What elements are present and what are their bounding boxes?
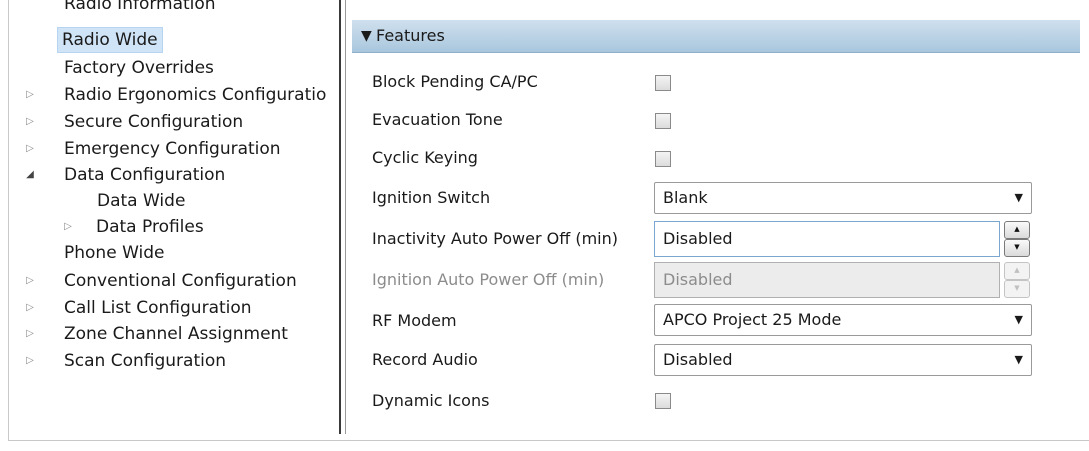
tree-item-label: Phone Wide	[64, 243, 165, 263]
tree-item-label: Radio Ergonomics Configuratio	[64, 85, 327, 105]
block-pending-label: Block Pending CA/PC	[372, 72, 538, 91]
cyclic-keying-checkbox[interactable]	[655, 151, 671, 167]
chevron-down-icon[interactable]: ▼	[1015, 305, 1023, 335]
inactivity-auto-power-off-input[interactable]: Disabled	[654, 221, 1000, 257]
ignition-auto-power-off-input: Disabled	[654, 262, 1000, 298]
rf-modem-value: APCO Project 25 Mode	[663, 310, 842, 329]
expand-arrow-icon[interactable]: ▷	[24, 136, 36, 162]
evacuation-tone-checkbox[interactable]	[655, 113, 671, 129]
tree-item-label: Call List Configuration	[64, 298, 252, 318]
cyclic-keying-label: Cyclic Keying	[372, 148, 478, 167]
rf-modem-dropdown[interactable]: APCO Project 25 Mode ▼	[654, 304, 1032, 336]
tree-item-label: Emergency Configuration	[64, 139, 281, 159]
features-title: Features	[376, 26, 445, 45]
record-audio-value: Disabled	[663, 350, 733, 369]
spin-up-icon[interactable]: ▲	[1004, 221, 1030, 239]
expand-arrow-icon[interactable]: ▷	[24, 109, 36, 135]
spin-down-icon[interactable]: ▼	[1004, 239, 1030, 257]
navigation-tree: Radio Information Radio Wide Factory Ove…	[0, 0, 336, 440]
dynamic-icons-checkbox[interactable]	[655, 393, 671, 409]
tree-item-label: Data Wide	[97, 191, 186, 211]
tree-item-label: Secure Configuration	[64, 112, 244, 132]
record-audio-dropdown[interactable]: Disabled ▼	[654, 344, 1032, 376]
expand-arrow-icon[interactable]: ▷	[62, 214, 74, 240]
tree-item-label: Radio Information	[64, 0, 216, 14]
ignition-switch-value: Blank	[663, 188, 708, 207]
panel-splitter[interactable]	[336, 0, 350, 440]
tree-item-label: Conventional Configuration	[64, 271, 297, 291]
dynamic-icons-label: Dynamic Icons	[372, 391, 490, 410]
inactivity-auto-power-off-label: Inactivity Auto Power Off (min)	[372, 229, 618, 248]
window-border	[8, 440, 1089, 441]
ignition-auto-power-off-value: Disabled	[663, 270, 733, 289]
tree-item-label: Radio Wide	[57, 27, 163, 53]
ignition-switch-label: Ignition Switch	[372, 188, 491, 207]
expand-arrow-icon[interactable]: ▷	[24, 348, 36, 374]
tree-item-label: Zone Channel Assignment	[64, 324, 288, 344]
expand-arrow-icon[interactable]: ▷	[24, 268, 36, 294]
features-group-header[interactable]: ▼ Features	[352, 20, 1080, 53]
evacuation-tone-label: Evacuation Tone	[372, 110, 503, 129]
spin-down-icon: ▼	[1004, 280, 1030, 298]
chevron-down-icon[interactable]: ▼	[1015, 183, 1023, 213]
expand-arrow-icon[interactable]: ▷	[24, 82, 36, 108]
tree-item-label: Data Profiles	[96, 217, 204, 237]
spin-up-icon: ▲	[1004, 262, 1030, 280]
app-window: Radio Information Radio Wide Factory Ove…	[0, 0, 1089, 451]
ignition-spinner: ▲ ▼	[1004, 262, 1030, 298]
ignition-switch-dropdown[interactable]: Blank ▼	[654, 182, 1032, 214]
collapse-arrow-icon[interactable]: ◢	[24, 162, 36, 188]
tree-item-label: Factory Overrides	[64, 58, 214, 78]
collapse-triangle-icon: ▼	[361, 28, 372, 44]
ignition-auto-power-off-label: Ignition Auto Power Off (min)	[372, 270, 605, 289]
tree-item-label: Data Configuration	[64, 165, 226, 185]
tree-item-label: Scan Configuration	[64, 351, 227, 371]
block-pending-checkbox[interactable]	[655, 75, 671, 91]
chevron-down-icon[interactable]: ▼	[1015, 345, 1023, 375]
expand-arrow-icon[interactable]: ▷	[24, 321, 36, 347]
inactivity-auto-power-off-value: Disabled	[663, 229, 733, 248]
record-audio-label: Record Audio	[372, 350, 478, 369]
features-panel: ▼ Features Block Pending CA/PC Evacuatio…	[352, 12, 1080, 440]
rf-modem-label: RF Modem	[372, 311, 457, 330]
expand-arrow-icon[interactable]: ▷	[24, 295, 36, 321]
inactivity-spinner: ▲ ▼	[1004, 221, 1030, 257]
